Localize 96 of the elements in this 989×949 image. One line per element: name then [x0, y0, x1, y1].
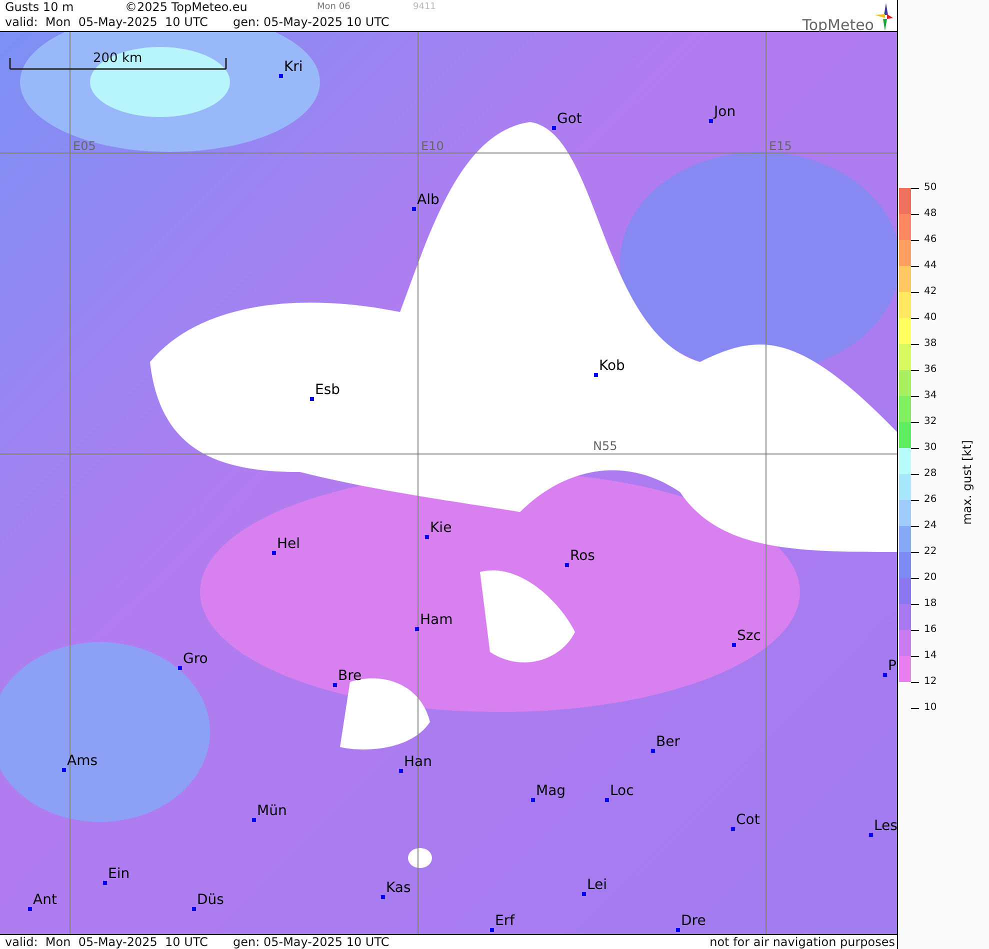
city-marker — [192, 907, 196, 911]
grid-label: E10 — [421, 140, 444, 153]
city-label: Hel — [277, 536, 300, 552]
city-marker — [178, 666, 182, 670]
legend-tick-label: 50 — [924, 181, 937, 195]
city-label: Kob — [599, 358, 625, 374]
valid-time: valid: Mon 05-May-2025 10 UTC — [5, 936, 209, 948]
legend-tick-label: 32 — [924, 415, 937, 429]
city-label: Mün — [257, 803, 287, 819]
legend-tick-label: 34 — [924, 389, 937, 403]
city-marker — [709, 119, 713, 123]
city-label: Ros — [570, 548, 595, 564]
legend-tick-label: 42 — [924, 285, 937, 299]
legend-tick-label: 38 — [924, 337, 937, 351]
city-label: Han — [404, 754, 432, 770]
legend-tick-label: 46 — [924, 233, 937, 247]
grid-label: N55 — [593, 440, 618, 453]
disclaimer-text: not for air navigation purposes — [710, 936, 896, 948]
city-label: Ber — [656, 734, 680, 750]
compass-star-icon — [874, 2, 894, 32]
city-label: Cot — [736, 812, 760, 828]
city-label: Erf — [495, 913, 515, 929]
city-label: Esb — [315, 382, 340, 398]
city-marker — [279, 74, 283, 78]
city-label: P — [888, 658, 896, 674]
city-marker — [333, 683, 337, 687]
logo-text: TopMeteo — [802, 16, 874, 34]
city-label: Kie — [430, 520, 452, 536]
city-label: Gro — [183, 651, 208, 667]
city-label: Alb — [417, 192, 440, 208]
chart-code: 9411 — [413, 1, 436, 14]
city-marker — [490, 928, 494, 932]
generated-time: gen: 05-May-2025 10 UTC — [233, 15, 390, 30]
city-marker — [62, 768, 66, 772]
scale-label: 200 km — [93, 51, 142, 66]
city-marker — [869, 833, 873, 837]
legend-tick-label: 48 — [924, 207, 937, 221]
city-marker — [381, 895, 385, 899]
city-label: Lei — [587, 877, 608, 893]
legend-title: max. gust [kt] — [960, 440, 974, 525]
legend-tick-label: 14 — [924, 649, 937, 663]
legend-tick-label: 12 — [924, 675, 937, 689]
legend-tick-label: 20 — [924, 571, 937, 585]
city-marker — [605, 798, 609, 802]
city-label: Düs — [197, 892, 224, 908]
legend-tick-label: 28 — [924, 467, 937, 481]
city-marker — [531, 798, 535, 802]
city-label: Ams — [67, 753, 98, 769]
legend-tick-label: 16 — [924, 623, 937, 637]
legend-tick-label: 44 — [924, 259, 937, 273]
product-title: Gusts 10 m — [5, 0, 75, 15]
day-tag: Mon 06 — [317, 0, 413, 15]
city-marker — [883, 673, 887, 677]
city-marker — [676, 928, 680, 932]
legend-tick-label: 40 — [924, 311, 937, 325]
city-label: Bre — [338, 668, 362, 684]
city-marker — [412, 207, 416, 211]
legend-tick-label: 26 — [924, 493, 937, 507]
legend-tick-label: 18 — [924, 597, 937, 611]
city-marker — [103, 881, 107, 885]
city-marker — [651, 749, 655, 753]
city-marker — [425, 535, 429, 539]
valid-time: valid: Mon 05-May-2025 10 UTC — [5, 15, 209, 30]
city-marker — [28, 907, 32, 911]
legend-tick-label: 10 — [924, 701, 937, 715]
city-marker — [731, 827, 735, 831]
city-label: Mag — [536, 783, 566, 799]
city-marker — [415, 627, 419, 631]
city-label: Loc — [610, 783, 634, 799]
city-label: Kri — [284, 59, 303, 75]
city-label: Ham — [420, 612, 453, 628]
city-marker — [582, 892, 586, 896]
city-label: Ant — [33, 892, 57, 908]
generated-time: gen: 05-May-2025 10 UTC — [233, 936, 390, 948]
city-label: Jon — [714, 104, 736, 120]
city-marker — [310, 397, 314, 401]
city-label: Szc — [737, 628, 761, 644]
city-marker — [565, 563, 569, 567]
legend-tick-label: 24 — [924, 519, 937, 533]
city-marker — [552, 126, 556, 130]
city-label: Got — [557, 111, 582, 127]
city-label: Ein — [108, 866, 130, 882]
city-label: Les — [874, 818, 897, 834]
city-marker — [399, 769, 403, 773]
grid-label: E15 — [769, 140, 792, 153]
copyright-text: ©2025 TopMeteo.eu — [125, 0, 248, 15]
grid-label: E05 — [73, 140, 96, 153]
city-label: Dre — [681, 913, 706, 929]
legend-tick-label: 36 — [924, 363, 937, 377]
city-marker — [252, 818, 256, 822]
city-marker — [272, 551, 276, 555]
city-marker — [732, 643, 736, 647]
city-marker — [594, 373, 598, 377]
legend-tick-label: 30 — [924, 441, 937, 455]
city-label: Kas — [386, 880, 411, 896]
legend-tick-label: 22 — [924, 545, 937, 559]
